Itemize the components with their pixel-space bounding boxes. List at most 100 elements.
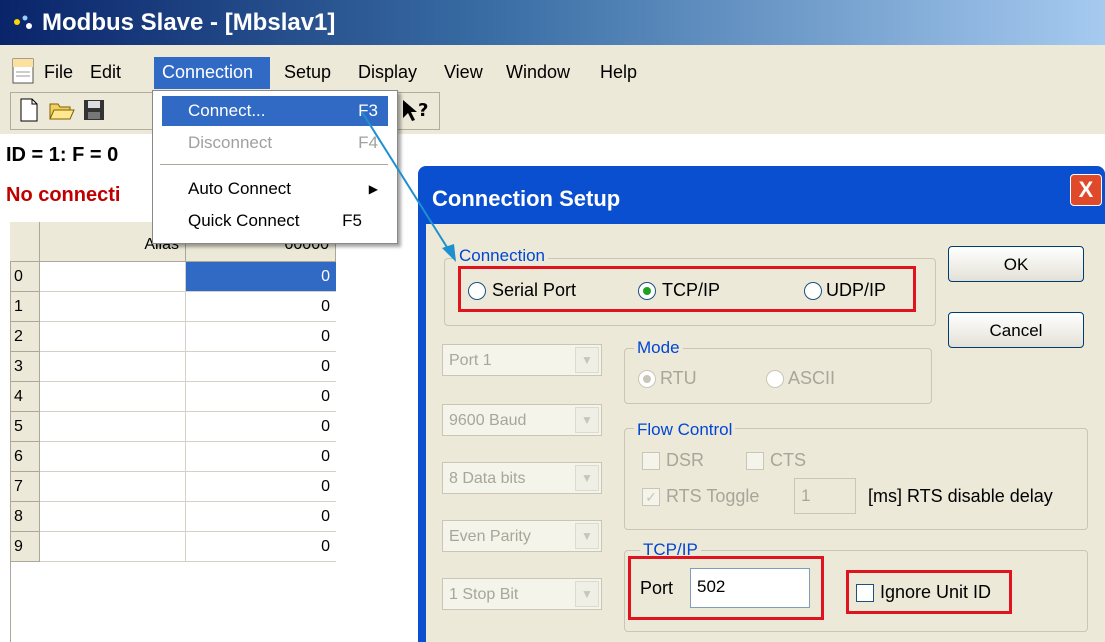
tcp-port-input[interactable]: 502 [690, 568, 810, 608]
row-header[interactable]: 3 [10, 352, 40, 382]
value-cell[interactable]: 0 [186, 412, 336, 442]
checkbox-cts[interactable] [746, 452, 764, 470]
grid-corner [10, 222, 40, 262]
no-connection-text: No connecti [6, 184, 121, 206]
rts-delay-input[interactable]: 1 [794, 478, 856, 514]
help-pointer-icon[interactable]: ? [400, 98, 430, 124]
radio-serial-port[interactable] [468, 282, 486, 300]
menu-item-quick-connect-shortcut: F5 [342, 211, 362, 230]
value-cell[interactable]: 0 [186, 292, 336, 322]
radio-serial-port-label: Serial Port [492, 280, 577, 300]
alias-cell[interactable] [40, 532, 186, 562]
radio-tcp-ip[interactable] [638, 282, 656, 300]
checkbox-dsr-label: DSR [666, 450, 705, 470]
radio-ascii-label: ASCII [788, 368, 836, 388]
svg-text:?: ? [418, 100, 428, 121]
cancel-button[interactable]: Cancel [948, 312, 1084, 348]
value-cell[interactable]: 0 [186, 262, 336, 292]
save-icon[interactable] [82, 98, 106, 122]
value-cell[interactable]: 0 [186, 382, 336, 412]
chevron-down-icon: ▼ [575, 581, 599, 607]
chevron-down-icon: ▼ [575, 523, 599, 549]
window-title: Modbus Slave - [Mbslav1] [42, 9, 336, 36]
menu-item-connect[interactable]: Connect... F3 [162, 96, 388, 126]
value-cell[interactable]: 0 [186, 442, 336, 472]
radio-udp-ip-label: UDP/IP [826, 280, 887, 300]
menu-connection[interactable]: Connection [162, 62, 253, 83]
databits-combo[interactable]: 8 Data bits ▼ [442, 462, 602, 494]
checkbox-ignore-unit-id-label: Ignore Unit ID [880, 582, 992, 602]
menu-item-quick-connect-label: Quick Connect [188, 211, 300, 230]
ok-button[interactable]: OK [948, 246, 1084, 282]
row-header[interactable]: 4 [10, 382, 40, 412]
alias-cell[interactable] [40, 292, 186, 322]
alias-cell[interactable] [40, 352, 186, 382]
menu-item-connect-label: Connect... [188, 101, 266, 120]
checkbox-ignore-unit-id[interactable] [856, 584, 874, 602]
value-cell[interactable]: 0 [186, 352, 336, 382]
row-header[interactable]: 8 [10, 502, 40, 532]
menu-item-disconnect-label: Disconnect [188, 133, 273, 152]
row-header[interactable]: 0 [10, 262, 40, 292]
alias-cell[interactable] [40, 442, 186, 472]
document-icon [12, 58, 34, 84]
row-header[interactable]: 5 [10, 412, 40, 442]
alias-cell[interactable] [40, 322, 186, 352]
alias-cell[interactable] [40, 262, 186, 292]
menu-item-disconnect-shortcut: F4 [358, 133, 378, 152]
parity-combo[interactable]: Even Parity ▼ [442, 520, 602, 552]
databits-combo-value: 8 Data bits [449, 470, 526, 487]
new-file-icon[interactable] [18, 98, 40, 122]
menu-file[interactable]: File [44, 62, 73, 83]
connection-group-label: Connection [456, 246, 549, 266]
port-combo-value: Port 1 [449, 352, 492, 369]
row-header[interactable]: 2 [10, 322, 40, 352]
alias-cell[interactable] [40, 502, 186, 532]
menu-window[interactable]: Window [506, 62, 570, 83]
radio-ascii[interactable] [766, 370, 784, 388]
row-header[interactable]: 9 [10, 532, 40, 562]
rts-delay-label: [ms] RTS disable delay [868, 486, 1053, 506]
value-cell[interactable]: 0 [186, 322, 336, 352]
checkbox-dsr[interactable] [642, 452, 660, 470]
row-header[interactable]: 7 [10, 472, 40, 502]
menu-item-auto-connect[interactable]: Auto Connect ▶ [162, 174, 388, 204]
radio-udp-ip[interactable] [804, 282, 822, 300]
id-function-line: ID = 1: F = 0 [6, 144, 119, 166]
menu-item-quick-connect[interactable]: Quick Connect F5 [162, 206, 388, 236]
checkbox-rts-toggle[interactable]: ✓ [642, 488, 660, 506]
menu-display[interactable]: Display [358, 62, 417, 83]
menu-item-auto-connect-label: Auto Connect [188, 179, 292, 198]
value-cell[interactable]: 0 [186, 472, 336, 502]
row-header[interactable]: 1 [10, 292, 40, 322]
value-cell[interactable]: 0 [186, 502, 336, 532]
radio-rtu-label: RTU [660, 368, 697, 388]
baud-combo[interactable]: 9600 Baud ▼ [442, 404, 602, 436]
dialog-title: Connection Setup [432, 186, 621, 211]
stopbit-combo[interactable]: 1 Stop Bit ▼ [442, 578, 602, 610]
close-icon[interactable]: X [1070, 174, 1102, 206]
value-cell[interactable]: 0 [186, 532, 336, 562]
chevron-down-icon: ▼ [575, 347, 599, 373]
baud-combo-value: 9600 Baud [449, 412, 527, 429]
alias-cell[interactable] [40, 412, 186, 442]
radio-rtu[interactable] [638, 370, 656, 388]
chevron-down-icon: ▼ [575, 465, 599, 491]
port-combo[interactable]: Port 1 ▼ [442, 344, 602, 376]
menu-setup[interactable]: Setup [284, 62, 331, 83]
alias-cell[interactable] [40, 382, 186, 412]
title-bar: Modbus Slave - [Mbslav1] [0, 0, 1105, 45]
open-folder-icon[interactable] [48, 98, 76, 122]
menu-help[interactable]: Help [600, 62, 637, 83]
stopbit-combo-value: 1 Stop Bit [449, 586, 519, 603]
flow-control-group [624, 428, 1088, 530]
menu-edit[interactable]: Edit [90, 62, 121, 83]
alias-cell[interactable] [40, 472, 186, 502]
menu-item-disconnect[interactable]: Disconnect F4 [162, 128, 388, 158]
menu-view[interactable]: View [444, 62, 483, 83]
row-header[interactable]: 6 [10, 442, 40, 472]
chevron-down-icon: ▼ [575, 407, 599, 433]
flow-control-group-label: Flow Control [634, 420, 736, 440]
parity-combo-value: Even Parity [449, 528, 531, 545]
menu-item-connect-shortcut: F3 [358, 101, 378, 120]
